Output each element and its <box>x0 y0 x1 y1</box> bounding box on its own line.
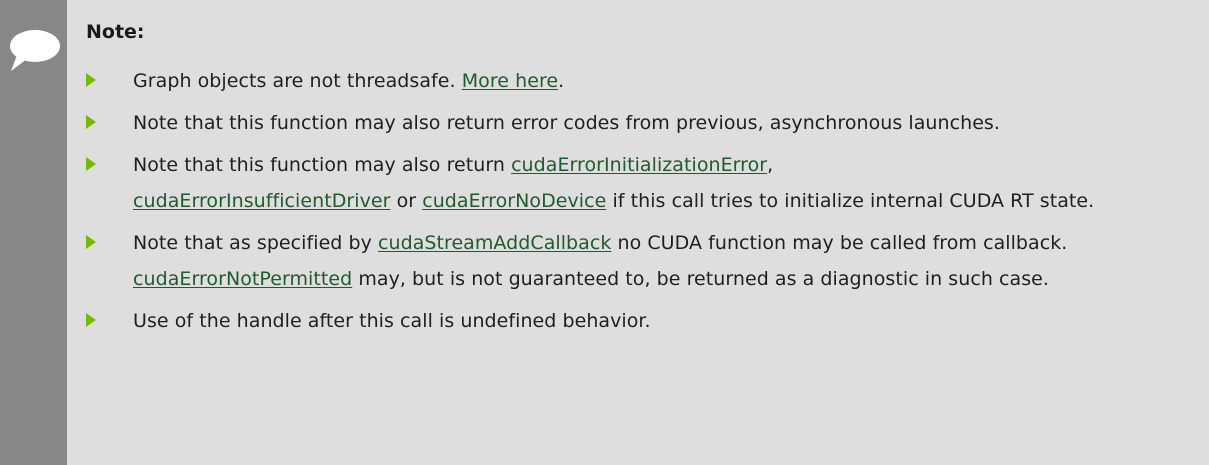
item-text: Use of the handle after this call is und… <box>133 310 651 332</box>
item-text: if this call tries to initialize interna… <box>606 190 1095 212</box>
speech-bubble-icon <box>10 30 60 71</box>
note-list: Graph objects are not threadsafe. More h… <box>86 63 1196 339</box>
triangle-bullet-icon <box>86 157 96 171</box>
item-text: Note that as specified by <box>133 232 378 254</box>
list-item: Graph objects are not threadsafe. More h… <box>86 63 1196 99</box>
item-text: Note that this function may also return <box>133 154 512 176</box>
item-text: Note that this function may also return … <box>133 112 1000 134</box>
cuda-error-no-device-link[interactable]: cudaErrorNoDevice <box>422 190 606 212</box>
note-sidebar <box>0 0 67 465</box>
note-body: Note: Graph objects are not threadsafe. … <box>86 18 1196 345</box>
triangle-bullet-icon <box>86 235 96 249</box>
triangle-bullet-icon <box>86 313 96 327</box>
list-item: Note that as specified by cudaStreamAddC… <box>86 225 1196 297</box>
item-text: . <box>558 70 565 92</box>
cuda-stream-add-callback-link[interactable]: cudaStreamAddCallback <box>378 232 611 254</box>
triangle-bullet-icon <box>86 115 96 129</box>
cuda-error-not-permitted-link[interactable]: cudaErrorNotPermitted <box>133 268 352 290</box>
list-item: Note that this function may also return … <box>86 105 1196 141</box>
item-text: Graph objects are not threadsafe. <box>133 70 462 92</box>
triangle-bullet-icon <box>86 73 96 87</box>
list-item: Use of the handle after this call is und… <box>86 303 1196 339</box>
item-text: may, but is not guaranteed to, be return… <box>352 268 1049 290</box>
note-title: Note: <box>86 21 145 43</box>
item-text: no CUDA function may be called from call… <box>611 232 1068 254</box>
item-text: or <box>390 190 423 212</box>
cuda-error-initialization-error-link[interactable]: cudaErrorInitializationError <box>511 154 767 176</box>
list-item: Note that this function may also return … <box>86 147 1196 219</box>
item-text: , <box>767 154 774 176</box>
note-box: Note: Graph objects are not threadsafe. … <box>0 0 1209 465</box>
more-here-link[interactable]: More here <box>462 70 558 92</box>
cuda-error-insufficient-driver-link[interactable]: cudaErrorInsufficientDriver <box>133 190 390 212</box>
